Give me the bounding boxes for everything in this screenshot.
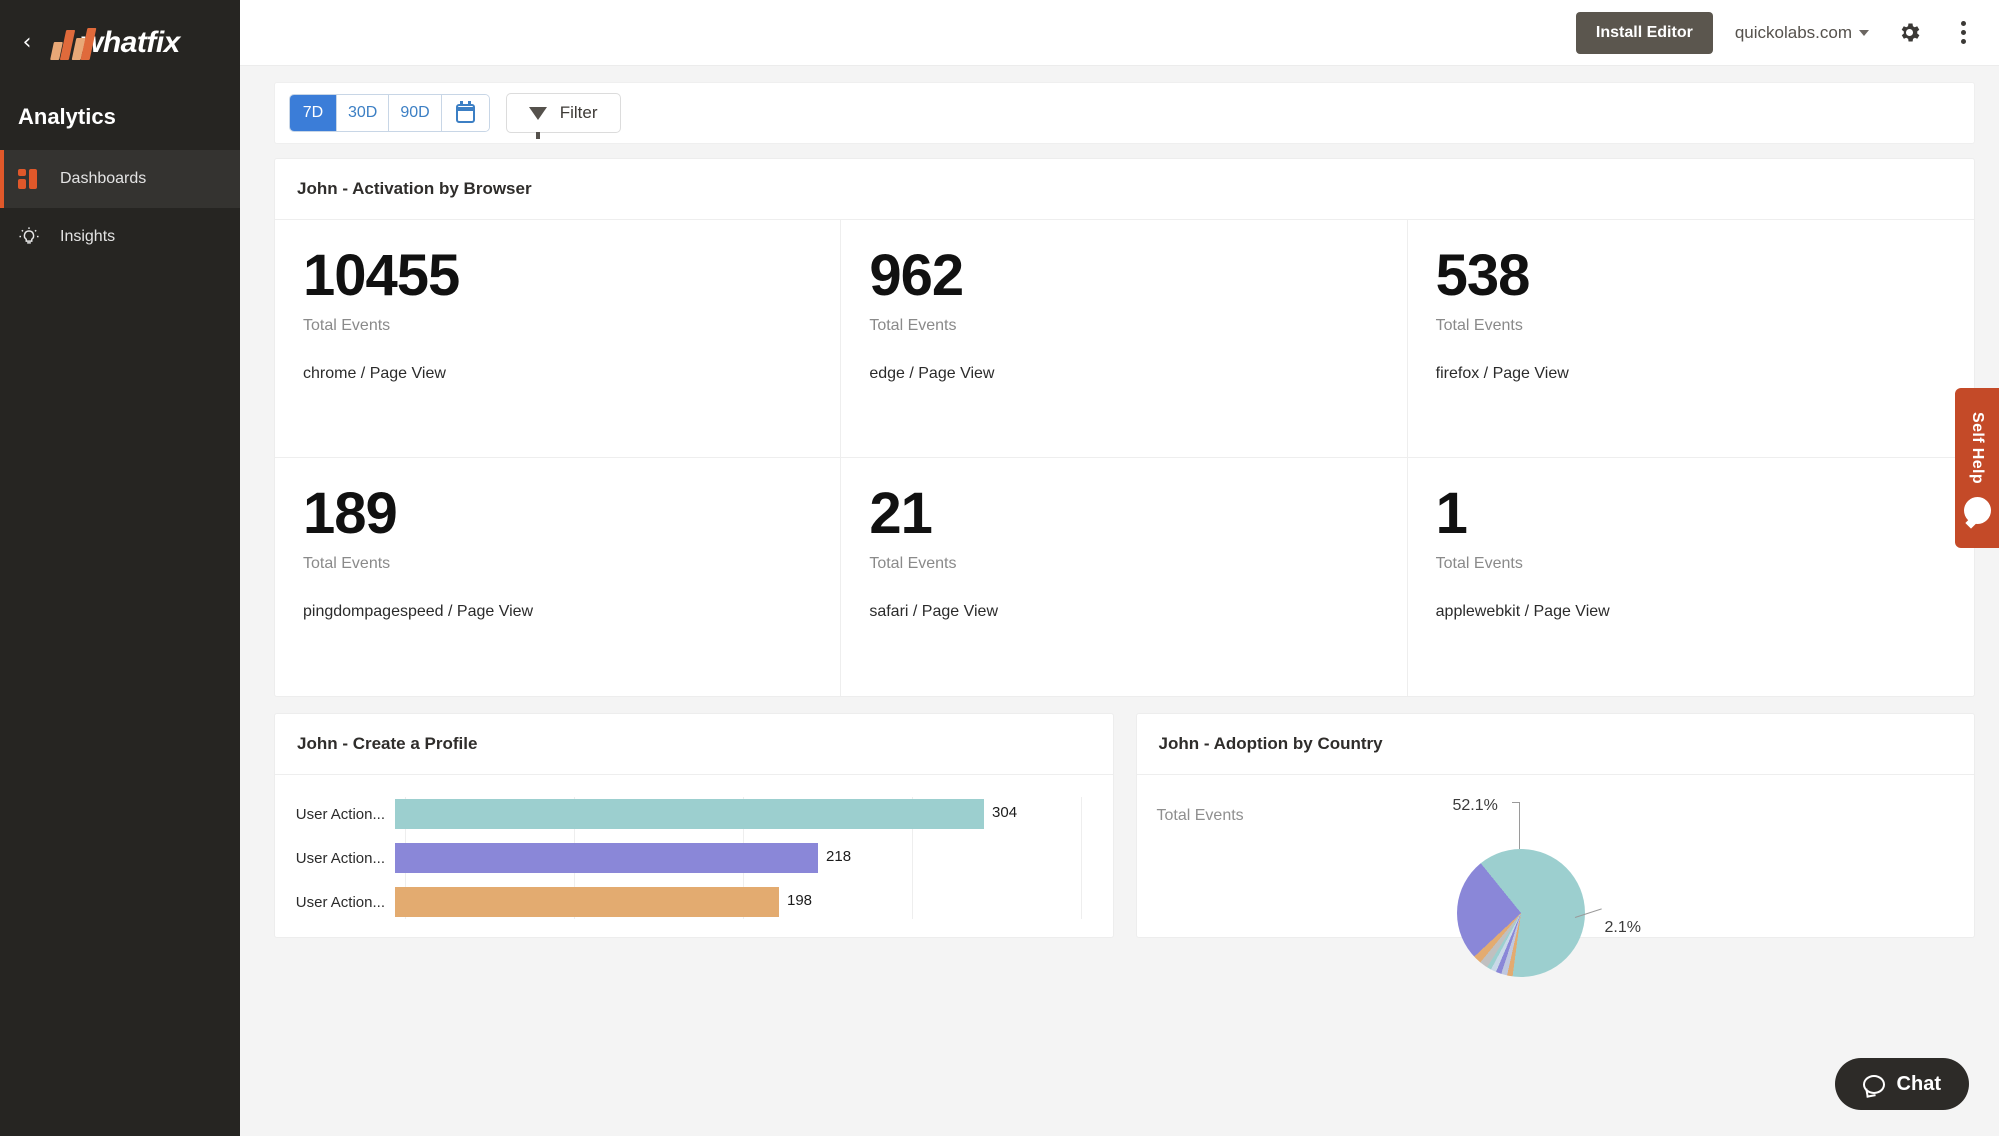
- kpi-metric-label: Total Events: [869, 554, 957, 572]
- card-title: John - Activation by Browser: [275, 159, 1974, 220]
- kpi-description: chrome / Page View: [303, 364, 446, 382]
- kpi-grid: 10455 Total Events chrome / Page View 96…: [275, 220, 1974, 696]
- activation-by-browser-card: John - Activation by Browser 10455 Total…: [274, 158, 1975, 697]
- pie-chart-body: Total Events 52.1% 2.1%: [1137, 775, 1975, 977]
- chevron-down-icon: [1859, 29, 1869, 36]
- calendar-picker-button[interactable]: [441, 95, 489, 131]
- kpi-description: firefox / Page View: [1435, 364, 1569, 382]
- topbar: Install Editor quickolabs.com: [240, 0, 1999, 66]
- card-title: John - Create a Profile: [275, 714, 1113, 775]
- main-content: Install Editor quickolabs.com 7D 30D 90D: [240, 0, 1999, 1136]
- pie-metric-label: Total Events: [1156, 807, 1244, 824]
- kpi-description: edge / Page View: [869, 364, 995, 382]
- domain-selector[interactable]: quickolabs.com: [1735, 23, 1869, 43]
- bar-value-label: 198: [786, 892, 813, 909]
- kpi-tile[interactable]: 10455 Total Events chrome / Page View: [275, 220, 842, 458]
- kpi-tile[interactable]: 189 Total Events pingdompagespeed / Page…: [275, 458, 842, 696]
- more-vertical-icon[interactable]: [1949, 19, 1977, 47]
- self-help-label: Self Help: [1969, 412, 1986, 485]
- kpi-value: 21: [869, 481, 933, 546]
- pie-annotation-major: 52.1%: [1452, 797, 1498, 814]
- bar-row[interactable]: User Action... 304: [295, 797, 1093, 831]
- bar-category-label: User Action...: [295, 805, 385, 823]
- kpi-description: safari / Page View: [869, 602, 998, 620]
- sidebar: ‹ whatfix Analytics Dashboards Insights: [0, 0, 240, 1136]
- filters-toolbar: 7D 30D 90D Filter: [274, 82, 1975, 144]
- bar-category-label: User Action...: [295, 849, 385, 867]
- kpi-metric-label: Total Events: [303, 554, 391, 572]
- bar-fill: [395, 843, 818, 873]
- bar-track: 304: [395, 799, 1093, 829]
- kpi-tile[interactable]: 1 Total Events applewebkit / Page View: [1408, 458, 1974, 696]
- filter-button-label: Filter: [559, 103, 598, 122]
- kpi-value: 538: [1435, 243, 1531, 308]
- kpi-metric-label: Total Events: [303, 316, 391, 334]
- pie-leader-line-v: [1518, 803, 1520, 849]
- kpi-tile[interactable]: 21 Total Events safari / Page View: [841, 458, 1408, 696]
- kpi-value: 962: [869, 243, 964, 308]
- range-7d-button[interactable]: 7D: [290, 95, 337, 131]
- pie-plot-area: 52.1% 2.1%: [1307, 797, 1955, 977]
- charts-row: John - Create a Profile User Action... 3…: [240, 697, 1999, 977]
- sidebar-item-insights[interactable]: Insights: [0, 208, 240, 266]
- whatfix-logo: whatfix: [50, 26, 180, 60]
- bar-value-label: 218: [826, 848, 852, 865]
- funnel-icon: [528, 106, 547, 139]
- kpi-metric-label: Total Events: [1435, 554, 1523, 572]
- calendar-icon: [455, 100, 475, 123]
- domain-label: quickolabs.com: [1734, 22, 1852, 42]
- bar-track: 198: [395, 887, 1093, 917]
- sidebar-item-label: Insights: [60, 228, 116, 245]
- kpi-metric-label: Total Events: [1435, 316, 1523, 334]
- kpi-value: 10455: [303, 243, 460, 308]
- self-help-tab[interactable]: Self Help ?: [1955, 388, 1999, 548]
- kpi-tile[interactable]: 538 Total Events firefox / Page View: [1407, 220, 1974, 458]
- bar-fill: [395, 799, 984, 829]
- kpi-value: 189: [303, 481, 398, 546]
- gear-icon[interactable]: [1895, 19, 1923, 47]
- lightbulb-icon: [18, 226, 48, 248]
- kpi-description: pingdompagespeed / Page View: [303, 602, 534, 620]
- card-title: John - Adoption by Country: [1136, 714, 1974, 775]
- install-editor-button[interactable]: Install Editor: [1575, 11, 1713, 54]
- toolbar-wrapper: 7D 30D 90D Filter: [240, 66, 1999, 144]
- bar-track: 218: [395, 843, 1093, 873]
- sidebar-item-label: Dashboards: [60, 170, 147, 187]
- range-90d-button[interactable]: 90D: [389, 95, 442, 131]
- adoption-by-country-card: John - Adoption by Country Total Events …: [1135, 713, 1975, 977]
- bar-value-label: 304: [992, 804, 1018, 821]
- app-root: ‹ whatfix Analytics Dashboards Insights …: [0, 0, 1999, 1136]
- range-30d-button[interactable]: 30D: [337, 95, 390, 131]
- chat-bubble-icon: [1862, 1074, 1885, 1094]
- chat-button[interactable]: Chat: [1834, 1058, 1969, 1110]
- bar-row[interactable]: User Action... 198: [295, 885, 1093, 919]
- bar-chart-body: User Action... 304 User Action... 218 Us…: [275, 775, 1113, 919]
- dashboards-icon: [18, 169, 48, 189]
- question-bubble-icon: ?: [1963, 496, 1991, 524]
- bar-chart: User Action... 304 User Action... 218 Us…: [295, 797, 1093, 919]
- filter-button[interactable]: Filter: [505, 93, 621, 139]
- kpi-metric-label: Total Events: [869, 316, 957, 334]
- page-title: Analytics: [18, 104, 116, 129]
- kpi-tile[interactable]: 962 Total Events edge / Page View: [841, 220, 1408, 458]
- bar-category-label: User Action...: [295, 893, 385, 911]
- pie-slices[interactable]: [1456, 849, 1585, 977]
- kpi-description: applewebkit / Page View: [1435, 602, 1610, 620]
- sidebar-item-dashboards[interactable]: Dashboards: [0, 150, 240, 208]
- date-range-segmented-control: 7D 30D 90D: [289, 94, 490, 132]
- sidebar-header: ‹ whatfix: [0, 0, 240, 86]
- create-a-profile-card: John - Create a Profile User Action... 3…: [274, 713, 1114, 938]
- chat-button-label: Chat: [1896, 1072, 1941, 1095]
- whatfix-logo-mark: [50, 26, 97, 60]
- kpi-value: 1: [1435, 481, 1468, 546]
- pie-annotation-minor: 2.1%: [1604, 919, 1641, 936]
- pie-chart: Total Events 52.1% 2.1%: [1156, 797, 1955, 977]
- chevron-left-icon[interactable]: ‹: [14, 30, 40, 56]
- bar-row[interactable]: User Action... 218: [295, 841, 1093, 875]
- bar-fill: [395, 887, 779, 917]
- kpi-card-wrapper: John - Activation by Browser 10455 Total…: [240, 144, 1999, 697]
